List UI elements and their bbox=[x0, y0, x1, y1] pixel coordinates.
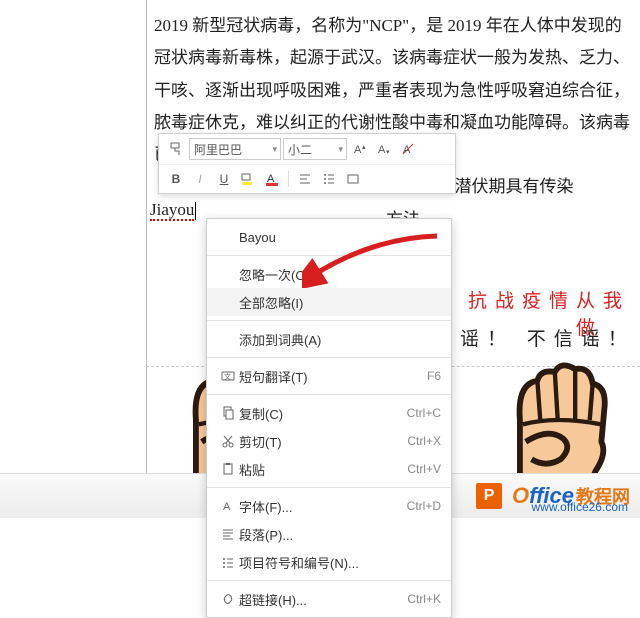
svg-text:▴: ▴ bbox=[362, 144, 366, 151]
ctx-paragraph[interactable]: 段落(P)... bbox=[207, 520, 451, 548]
bold-icon[interactable]: B bbox=[165, 169, 187, 189]
svg-text:A: A bbox=[354, 144, 362, 156]
svg-text:▾: ▾ bbox=[386, 149, 390, 156]
increase-font-icon[interactable]: A▴ bbox=[349, 139, 371, 159]
format-painter-icon[interactable] bbox=[165, 139, 187, 159]
align-icon[interactable] bbox=[294, 169, 316, 189]
list-icon bbox=[217, 555, 239, 569]
font-size-select[interactable]: 小二 bbox=[283, 138, 347, 160]
translate-icon: 文 bbox=[217, 369, 239, 383]
mini-format-toolbar: 阿里巴巴 小二 A▴ A▾ A B I U A bbox=[158, 133, 456, 194]
font-family-select[interactable]: 阿里巴巴 bbox=[189, 138, 281, 160]
svg-text:A: A bbox=[378, 144, 386, 156]
text-cursor bbox=[195, 202, 196, 220]
clear-format-icon[interactable]: A bbox=[397, 139, 419, 159]
watermark-logo: P bbox=[476, 483, 502, 509]
spellcheck-error-word[interactable]: Jiayou bbox=[150, 200, 194, 221]
insert-icon[interactable] bbox=[342, 169, 364, 189]
ctx-cut[interactable]: 剪切(T) Ctrl+X bbox=[207, 427, 451, 455]
ctx-ignore-all[interactable]: 全部忽略(I) bbox=[207, 288, 451, 316]
ctx-add-dictionary[interactable]: 添加到词典(A) bbox=[207, 325, 451, 353]
link-icon bbox=[217, 592, 239, 606]
decrease-font-icon[interactable]: A▾ bbox=[373, 139, 395, 159]
watermark-url: www.office26.com bbox=[532, 500, 629, 514]
cut-icon bbox=[217, 434, 239, 448]
font-color-icon[interactable]: A bbox=[261, 169, 283, 189]
highlight-icon[interactable] bbox=[237, 169, 259, 189]
paragraph-icon bbox=[217, 527, 239, 541]
ctx-translate[interactable]: 文 短句翻译(T) F6 bbox=[207, 362, 451, 390]
italic-icon[interactable]: I bbox=[189, 169, 211, 189]
underline-icon[interactable]: U bbox=[213, 169, 235, 189]
copy-icon bbox=[217, 406, 239, 420]
svg-text:A: A bbox=[223, 501, 231, 513]
document-body: 2019 新型冠状病毒，名称为"NCP"，是 2019 年在人体中发现的冠状病毒… bbox=[140, 0, 640, 236]
annotation-arrow bbox=[302, 228, 442, 288]
typed-line[interactable]: Jiayou bbox=[150, 200, 197, 220]
bullets-icon[interactable] bbox=[318, 169, 340, 189]
ctx-copy[interactable]: 复制(C) Ctrl+C bbox=[207, 399, 451, 427]
font-icon: A bbox=[217, 499, 239, 513]
svg-text:文: 文 bbox=[224, 372, 231, 381]
red-slogan-1: 抗战疫情 bbox=[468, 286, 576, 313]
ctx-hyperlink[interactable]: 超链接(H)... Ctrl+K bbox=[207, 585, 451, 613]
ctx-paste[interactable]: 粘贴 Ctrl+V bbox=[207, 455, 451, 483]
paste-icon bbox=[217, 462, 239, 476]
ctx-bullets[interactable]: 项目符号和编号(N)... bbox=[207, 548, 451, 576]
ctx-font[interactable]: A 字体(F)... Ctrl+D bbox=[207, 492, 451, 520]
